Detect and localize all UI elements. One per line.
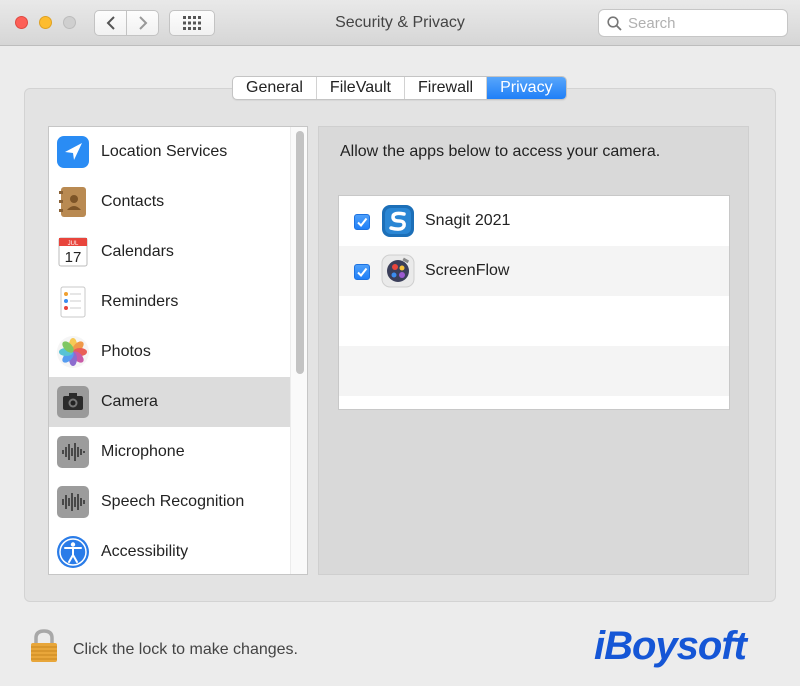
title-bar: Security & Privacy	[0, 0, 800, 46]
app-row-empty	[339, 296, 729, 346]
sidebar-item-label: Microphone	[101, 443, 185, 460]
close-window-button[interactable]	[15, 16, 28, 29]
sidebar-item-photos[interactable]: Photos	[49, 327, 290, 377]
sidebar-item-calendars[interactable]: JUL 17 Calendars	[49, 227, 290, 277]
sidebar-item-label: Calendars	[101, 243, 174, 260]
checkmark-icon	[357, 267, 368, 278]
privacy-category-list[interactable]: Location Services Contacts JUL 17 Calenda…	[48, 126, 308, 575]
tab-bar: General FileVault Firewall Privacy	[232, 76, 567, 100]
calendar-month-text: JUL	[68, 241, 79, 247]
chevron-right-icon	[138, 16, 147, 30]
speech-waveform-icon	[56, 485, 90, 519]
sidebar-item-location-services[interactable]: Location Services	[49, 127, 290, 177]
watermark-logo: iBoysoft	[594, 624, 747, 668]
screenflow-checkbox[interactable]	[354, 264, 370, 280]
forward-button[interactable]	[126, 10, 159, 36]
sidebar-item-label: Reminders	[101, 293, 179, 310]
tab-filevault[interactable]: FileVault	[317, 77, 405, 99]
app-row-snagit[interactable]: Snagit 2021	[339, 196, 729, 246]
microphone-waveform-icon	[56, 435, 90, 469]
padlock-icon	[31, 629, 57, 662]
location-arrow-icon	[56, 135, 90, 169]
sidebar-item-label: Camera	[101, 393, 158, 410]
tab-privacy[interactable]: Privacy	[487, 77, 566, 99]
sidebar-item-camera[interactable]: Camera	[49, 377, 290, 427]
search-field[interactable]	[598, 9, 788, 37]
lock-button[interactable]	[28, 628, 60, 664]
contacts-book-icon	[56, 185, 90, 219]
sidebar-item-label: Accessibility	[101, 543, 189, 560]
app-row-empty	[339, 346, 729, 396]
calendar-icon: JUL 17	[56, 235, 90, 269]
list-scrollbar[interactable]	[290, 127, 307, 574]
zoom-window-button[interactable]	[63, 16, 76, 29]
app-name: Snagit 2021	[425, 212, 511, 229]
sidebar-item-label: Photos	[101, 343, 151, 360]
screenflow-icon	[381, 254, 415, 288]
checkmark-icon	[357, 217, 368, 228]
camera-app-list[interactable]: Snagit 2021 ScreenFlow	[338, 195, 730, 410]
sidebar-item-reminders[interactable]: Reminders	[49, 277, 290, 327]
sidebar-item-microphone[interactable]: Microphone	[49, 427, 290, 477]
reminders-icon	[56, 285, 90, 319]
calendar-day-text: 17	[65, 249, 82, 266]
tab-firewall[interactable]: Firewall	[405, 77, 488, 99]
search-icon	[607, 15, 622, 31]
sidebar-item-accessibility[interactable]: Accessibility	[49, 527, 290, 574]
snagit-checkbox[interactable]	[354, 214, 370, 230]
grid-icon	[183, 16, 201, 30]
sidebar-item-contacts[interactable]: Contacts	[49, 177, 290, 227]
sidebar-item-label: Location Services	[101, 143, 228, 160]
sidebar-item-label: Speech Recognition	[101, 493, 245, 510]
minimize-window-button[interactable]	[39, 16, 52, 29]
scrollbar-thumb[interactable]	[296, 131, 304, 374]
photos-icon	[56, 335, 90, 369]
sidebar-item-label: Contacts	[101, 193, 165, 210]
lock-hint-text: Click the lock to make changes.	[73, 641, 298, 658]
camera-pane-description: Allow the apps below to access your came…	[340, 143, 661, 160]
sidebar-item-speech-recognition[interactable]: Speech Recognition	[49, 477, 290, 527]
accessibility-icon	[56, 535, 90, 569]
app-name: ScreenFlow	[425, 262, 510, 279]
tab-general[interactable]: General	[233, 77, 317, 99]
camera-icon	[56, 385, 90, 419]
back-button[interactable]	[94, 10, 127, 36]
search-input[interactable]	[628, 14, 778, 32]
show-all-button[interactable]	[169, 10, 215, 36]
chevron-left-icon	[106, 16, 115, 30]
app-row-screenflow[interactable]: ScreenFlow	[339, 246, 729, 296]
snagit-icon	[381, 204, 415, 238]
